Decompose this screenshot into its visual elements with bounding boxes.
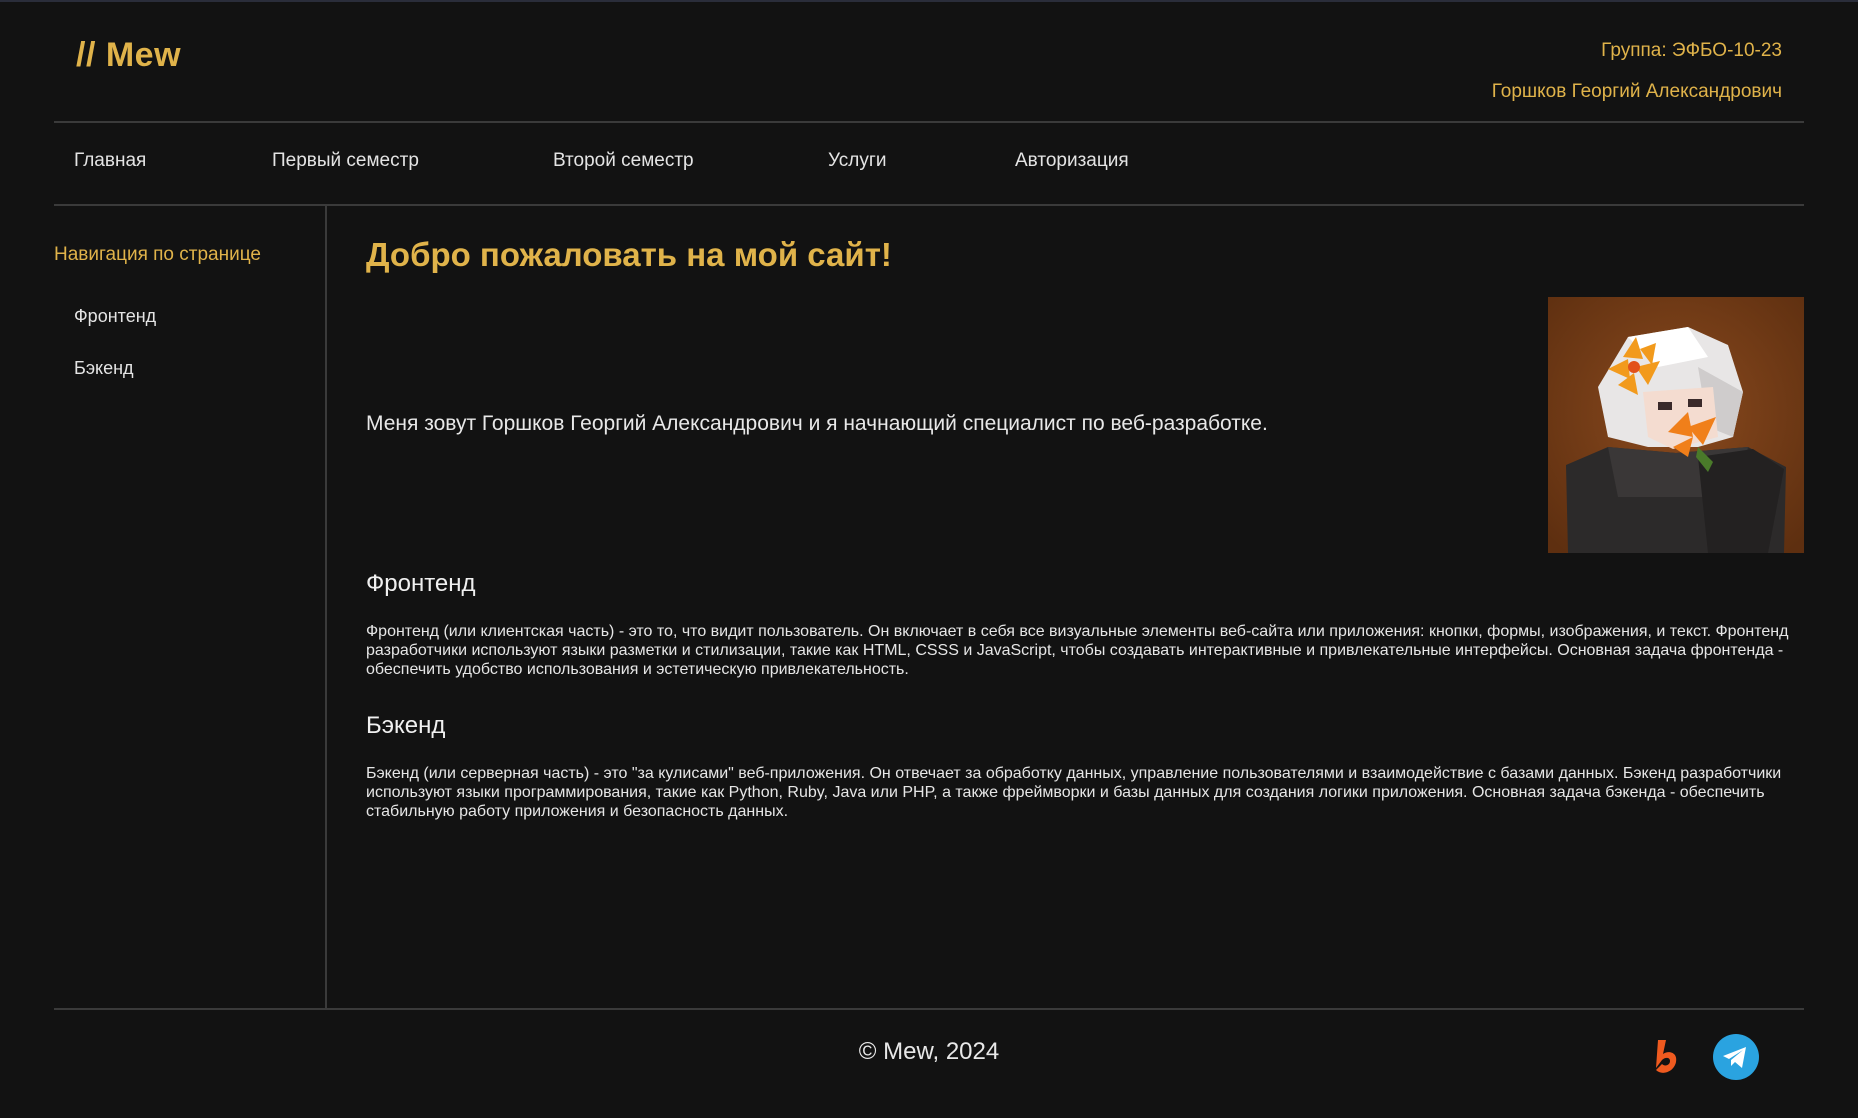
- author-name: Горшков Георгий Александрович: [1491, 81, 1782, 102]
- nav-item-home[interactable]: Главная: [74, 150, 146, 172]
- sidebar-divider: [325, 206, 327, 1010]
- top-accent-line: [0, 0, 1858, 2]
- section-backend-text: Бэкенд (или серверная часть) - это "за к…: [366, 765, 1782, 820]
- header-divider: [54, 121, 1804, 123]
- section-frontend-heading: Фронтенд: [366, 570, 476, 597]
- page-title: Добро пожаловать на мой сайт!: [366, 236, 892, 273]
- nav-divider: [54, 204, 1804, 206]
- sidebar-title: Навигация по странице: [54, 244, 261, 265]
- group-label: Группа: ЭФБО-10-23: [1601, 40, 1782, 61]
- telegram-icon[interactable]: [1713, 1034, 1759, 1080]
- footer-divider: [54, 1008, 1804, 1010]
- sidebar-link-frontend[interactable]: Фронтенд: [74, 306, 156, 327]
- intro-text: Меня зовут Горшков Георгий Александрович…: [366, 412, 1268, 435]
- copyright: © Mew, 2024: [858, 1038, 1000, 1065]
- section-backend-heading: Бэкенд: [366, 712, 446, 739]
- nav-item-second-semester[interactable]: Второй семестр: [553, 150, 694, 172]
- site-logo[interactable]: // Mew: [76, 36, 181, 75]
- nav-item-first-semester[interactable]: Первый семестр: [272, 150, 419, 172]
- nav-item-auth[interactable]: Авторизация: [1015, 150, 1129, 172]
- brand-lightning-icon[interactable]: [1644, 1034, 1690, 1080]
- nav-item-services[interactable]: Услуги: [828, 150, 886, 172]
- avatar-image: [1548, 297, 1804, 553]
- sidebar-link-backend[interactable]: Бэкенд: [74, 358, 134, 379]
- section-frontend-text: Фронтенд (или клиентская часть) - это то…: [366, 623, 1789, 678]
- header-info: Группа: ЭФБО-10-23 Горшков Георгий Алекс…: [1492, 30, 1782, 112]
